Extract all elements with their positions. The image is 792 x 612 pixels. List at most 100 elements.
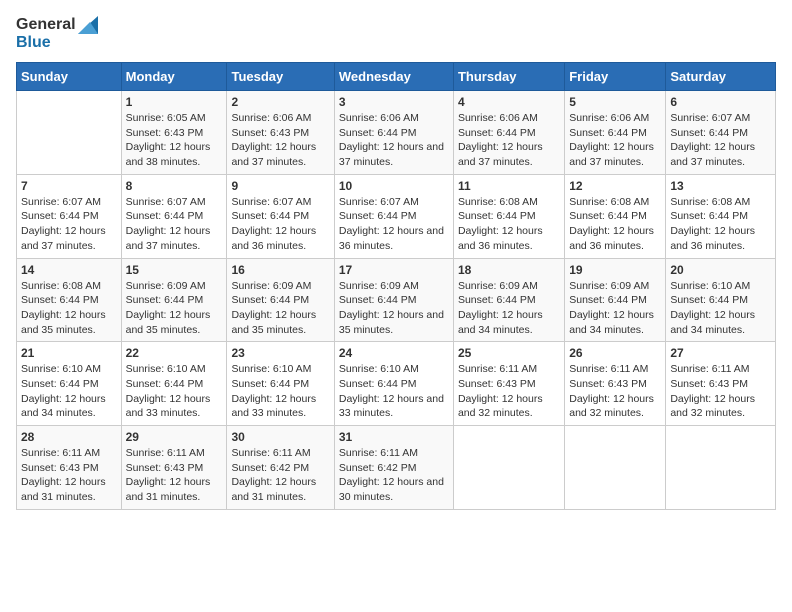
logo-mark: General Blue (16, 16, 98, 52)
header-row: SundayMondayTuesdayWednesdayThursdayFrid… (17, 63, 776, 91)
day-number: 30 (231, 430, 329, 444)
day-cell: 11 Sunrise: 6:08 AMSunset: 6:44 PMDaylig… (453, 174, 564, 258)
logo-text-blue: Blue (16, 34, 51, 52)
day-cell: 2 Sunrise: 6:06 AMSunset: 6:43 PMDayligh… (227, 91, 334, 175)
day-number: 29 (126, 430, 223, 444)
week-row-3: 14 Sunrise: 6:08 AMSunset: 6:44 PMDaylig… (17, 258, 776, 342)
day-number: 28 (21, 430, 117, 444)
day-number: 3 (339, 95, 449, 109)
day-cell: 28 Sunrise: 6:11 AMSunset: 6:43 PMDaylig… (17, 426, 122, 510)
day-cell: 13 Sunrise: 6:08 AMSunset: 6:44 PMDaylig… (666, 174, 776, 258)
day-info: Sunrise: 6:10 AMSunset: 6:44 PMDaylight:… (21, 362, 117, 421)
day-number: 13 (670, 179, 771, 193)
day-info: Sunrise: 6:09 AMSunset: 6:44 PMDaylight:… (126, 279, 223, 338)
day-cell (17, 91, 122, 175)
header-day-saturday: Saturday (666, 63, 776, 91)
day-info: Sunrise: 6:07 AMSunset: 6:44 PMDaylight:… (670, 111, 771, 170)
day-info: Sunrise: 6:11 AMSunset: 6:43 PMDaylight:… (670, 362, 771, 421)
day-info: Sunrise: 6:11 AMSunset: 6:43 PMDaylight:… (21, 446, 117, 505)
header-day-monday: Monday (121, 63, 227, 91)
day-number: 15 (126, 263, 223, 277)
day-info: Sunrise: 6:06 AMSunset: 6:44 PMDaylight:… (339, 111, 449, 170)
day-cell: 14 Sunrise: 6:08 AMSunset: 6:44 PMDaylig… (17, 258, 122, 342)
day-info: Sunrise: 6:11 AMSunset: 6:43 PMDaylight:… (126, 446, 223, 505)
day-info: Sunrise: 6:11 AMSunset: 6:43 PMDaylight:… (458, 362, 560, 421)
day-cell: 23 Sunrise: 6:10 AMSunset: 6:44 PMDaylig… (227, 342, 334, 426)
day-number: 9 (231, 179, 329, 193)
day-info: Sunrise: 6:07 AMSunset: 6:44 PMDaylight:… (126, 195, 223, 254)
week-row-4: 21 Sunrise: 6:10 AMSunset: 6:44 PMDaylig… (17, 342, 776, 426)
day-number: 23 (231, 346, 329, 360)
day-number: 8 (126, 179, 223, 193)
day-number: 19 (569, 263, 661, 277)
day-info: Sunrise: 6:09 AMSunset: 6:44 PMDaylight:… (458, 279, 560, 338)
day-number: 10 (339, 179, 449, 193)
header-day-thursday: Thursday (453, 63, 564, 91)
day-info: Sunrise: 6:09 AMSunset: 6:44 PMDaylight:… (231, 279, 329, 338)
day-number: 25 (458, 346, 560, 360)
header-day-tuesday: Tuesday (227, 63, 334, 91)
day-info: Sunrise: 6:11 AMSunset: 6:42 PMDaylight:… (231, 446, 329, 505)
day-cell: 8 Sunrise: 6:07 AMSunset: 6:44 PMDayligh… (121, 174, 227, 258)
day-number: 31 (339, 430, 449, 444)
day-cell: 9 Sunrise: 6:07 AMSunset: 6:44 PMDayligh… (227, 174, 334, 258)
day-cell (565, 426, 666, 510)
day-info: Sunrise: 6:07 AMSunset: 6:44 PMDaylight:… (21, 195, 117, 254)
day-info: Sunrise: 6:06 AMSunset: 6:44 PMDaylight:… (458, 111, 560, 170)
day-cell: 19 Sunrise: 6:09 AMSunset: 6:44 PMDaylig… (565, 258, 666, 342)
day-info: Sunrise: 6:06 AMSunset: 6:43 PMDaylight:… (231, 111, 329, 170)
day-cell: 22 Sunrise: 6:10 AMSunset: 6:44 PMDaylig… (121, 342, 227, 426)
day-info: Sunrise: 6:08 AMSunset: 6:44 PMDaylight:… (569, 195, 661, 254)
day-number: 12 (569, 179, 661, 193)
day-number: 1 (126, 95, 223, 109)
header-day-wednesday: Wednesday (334, 63, 453, 91)
day-number: 21 (21, 346, 117, 360)
day-number: 17 (339, 263, 449, 277)
day-info: Sunrise: 6:08 AMSunset: 6:44 PMDaylight:… (670, 195, 771, 254)
day-cell: 12 Sunrise: 6:08 AMSunset: 6:44 PMDaylig… (565, 174, 666, 258)
day-number: 11 (458, 179, 560, 193)
day-info: Sunrise: 6:05 AMSunset: 6:43 PMDaylight:… (126, 111, 223, 170)
day-cell: 1 Sunrise: 6:05 AMSunset: 6:43 PMDayligh… (121, 91, 227, 175)
day-cell: 10 Sunrise: 6:07 AMSunset: 6:44 PMDaylig… (334, 174, 453, 258)
day-cell: 20 Sunrise: 6:10 AMSunset: 6:44 PMDaylig… (666, 258, 776, 342)
header-day-sunday: Sunday (17, 63, 122, 91)
day-number: 20 (670, 263, 771, 277)
day-number: 24 (339, 346, 449, 360)
day-cell: 24 Sunrise: 6:10 AMSunset: 6:44 PMDaylig… (334, 342, 453, 426)
day-cell: 29 Sunrise: 6:11 AMSunset: 6:43 PMDaylig… (121, 426, 227, 510)
day-cell: 17 Sunrise: 6:09 AMSunset: 6:44 PMDaylig… (334, 258, 453, 342)
day-info: Sunrise: 6:11 AMSunset: 6:43 PMDaylight:… (569, 362, 661, 421)
day-number: 27 (670, 346, 771, 360)
day-info: Sunrise: 6:10 AMSunset: 6:44 PMDaylight:… (670, 279, 771, 338)
day-cell (666, 426, 776, 510)
header-day-friday: Friday (565, 63, 666, 91)
day-info: Sunrise: 6:10 AMSunset: 6:44 PMDaylight:… (231, 362, 329, 421)
logo: General Blue (16, 16, 98, 52)
day-cell: 15 Sunrise: 6:09 AMSunset: 6:44 PMDaylig… (121, 258, 227, 342)
day-cell: 18 Sunrise: 6:09 AMSunset: 6:44 PMDaylig… (453, 258, 564, 342)
day-info: Sunrise: 6:09 AMSunset: 6:44 PMDaylight:… (339, 279, 449, 338)
day-info: Sunrise: 6:08 AMSunset: 6:44 PMDaylight:… (21, 279, 117, 338)
day-info: Sunrise: 6:07 AMSunset: 6:44 PMDaylight:… (231, 195, 329, 254)
day-number: 7 (21, 179, 117, 193)
day-cell: 25 Sunrise: 6:11 AMSunset: 6:43 PMDaylig… (453, 342, 564, 426)
day-number: 18 (458, 263, 560, 277)
day-cell: 3 Sunrise: 6:06 AMSunset: 6:44 PMDayligh… (334, 91, 453, 175)
day-cell: 27 Sunrise: 6:11 AMSunset: 6:43 PMDaylig… (666, 342, 776, 426)
day-number: 26 (569, 346, 661, 360)
logo-text-general: General (16, 16, 76, 34)
day-cell: 7 Sunrise: 6:07 AMSunset: 6:44 PMDayligh… (17, 174, 122, 258)
week-row-5: 28 Sunrise: 6:11 AMSunset: 6:43 PMDaylig… (17, 426, 776, 510)
day-number: 5 (569, 95, 661, 109)
day-info: Sunrise: 6:08 AMSunset: 6:44 PMDaylight:… (458, 195, 560, 254)
calendar-table: SundayMondayTuesdayWednesdayThursdayFrid… (16, 62, 776, 510)
day-info: Sunrise: 6:10 AMSunset: 6:44 PMDaylight:… (126, 362, 223, 421)
day-number: 2 (231, 95, 329, 109)
day-cell: 6 Sunrise: 6:07 AMSunset: 6:44 PMDayligh… (666, 91, 776, 175)
day-cell (453, 426, 564, 510)
page-header: General Blue (16, 16, 776, 52)
day-number: 14 (21, 263, 117, 277)
day-cell: 26 Sunrise: 6:11 AMSunset: 6:43 PMDaylig… (565, 342, 666, 426)
day-info: Sunrise: 6:07 AMSunset: 6:44 PMDaylight:… (339, 195, 449, 254)
